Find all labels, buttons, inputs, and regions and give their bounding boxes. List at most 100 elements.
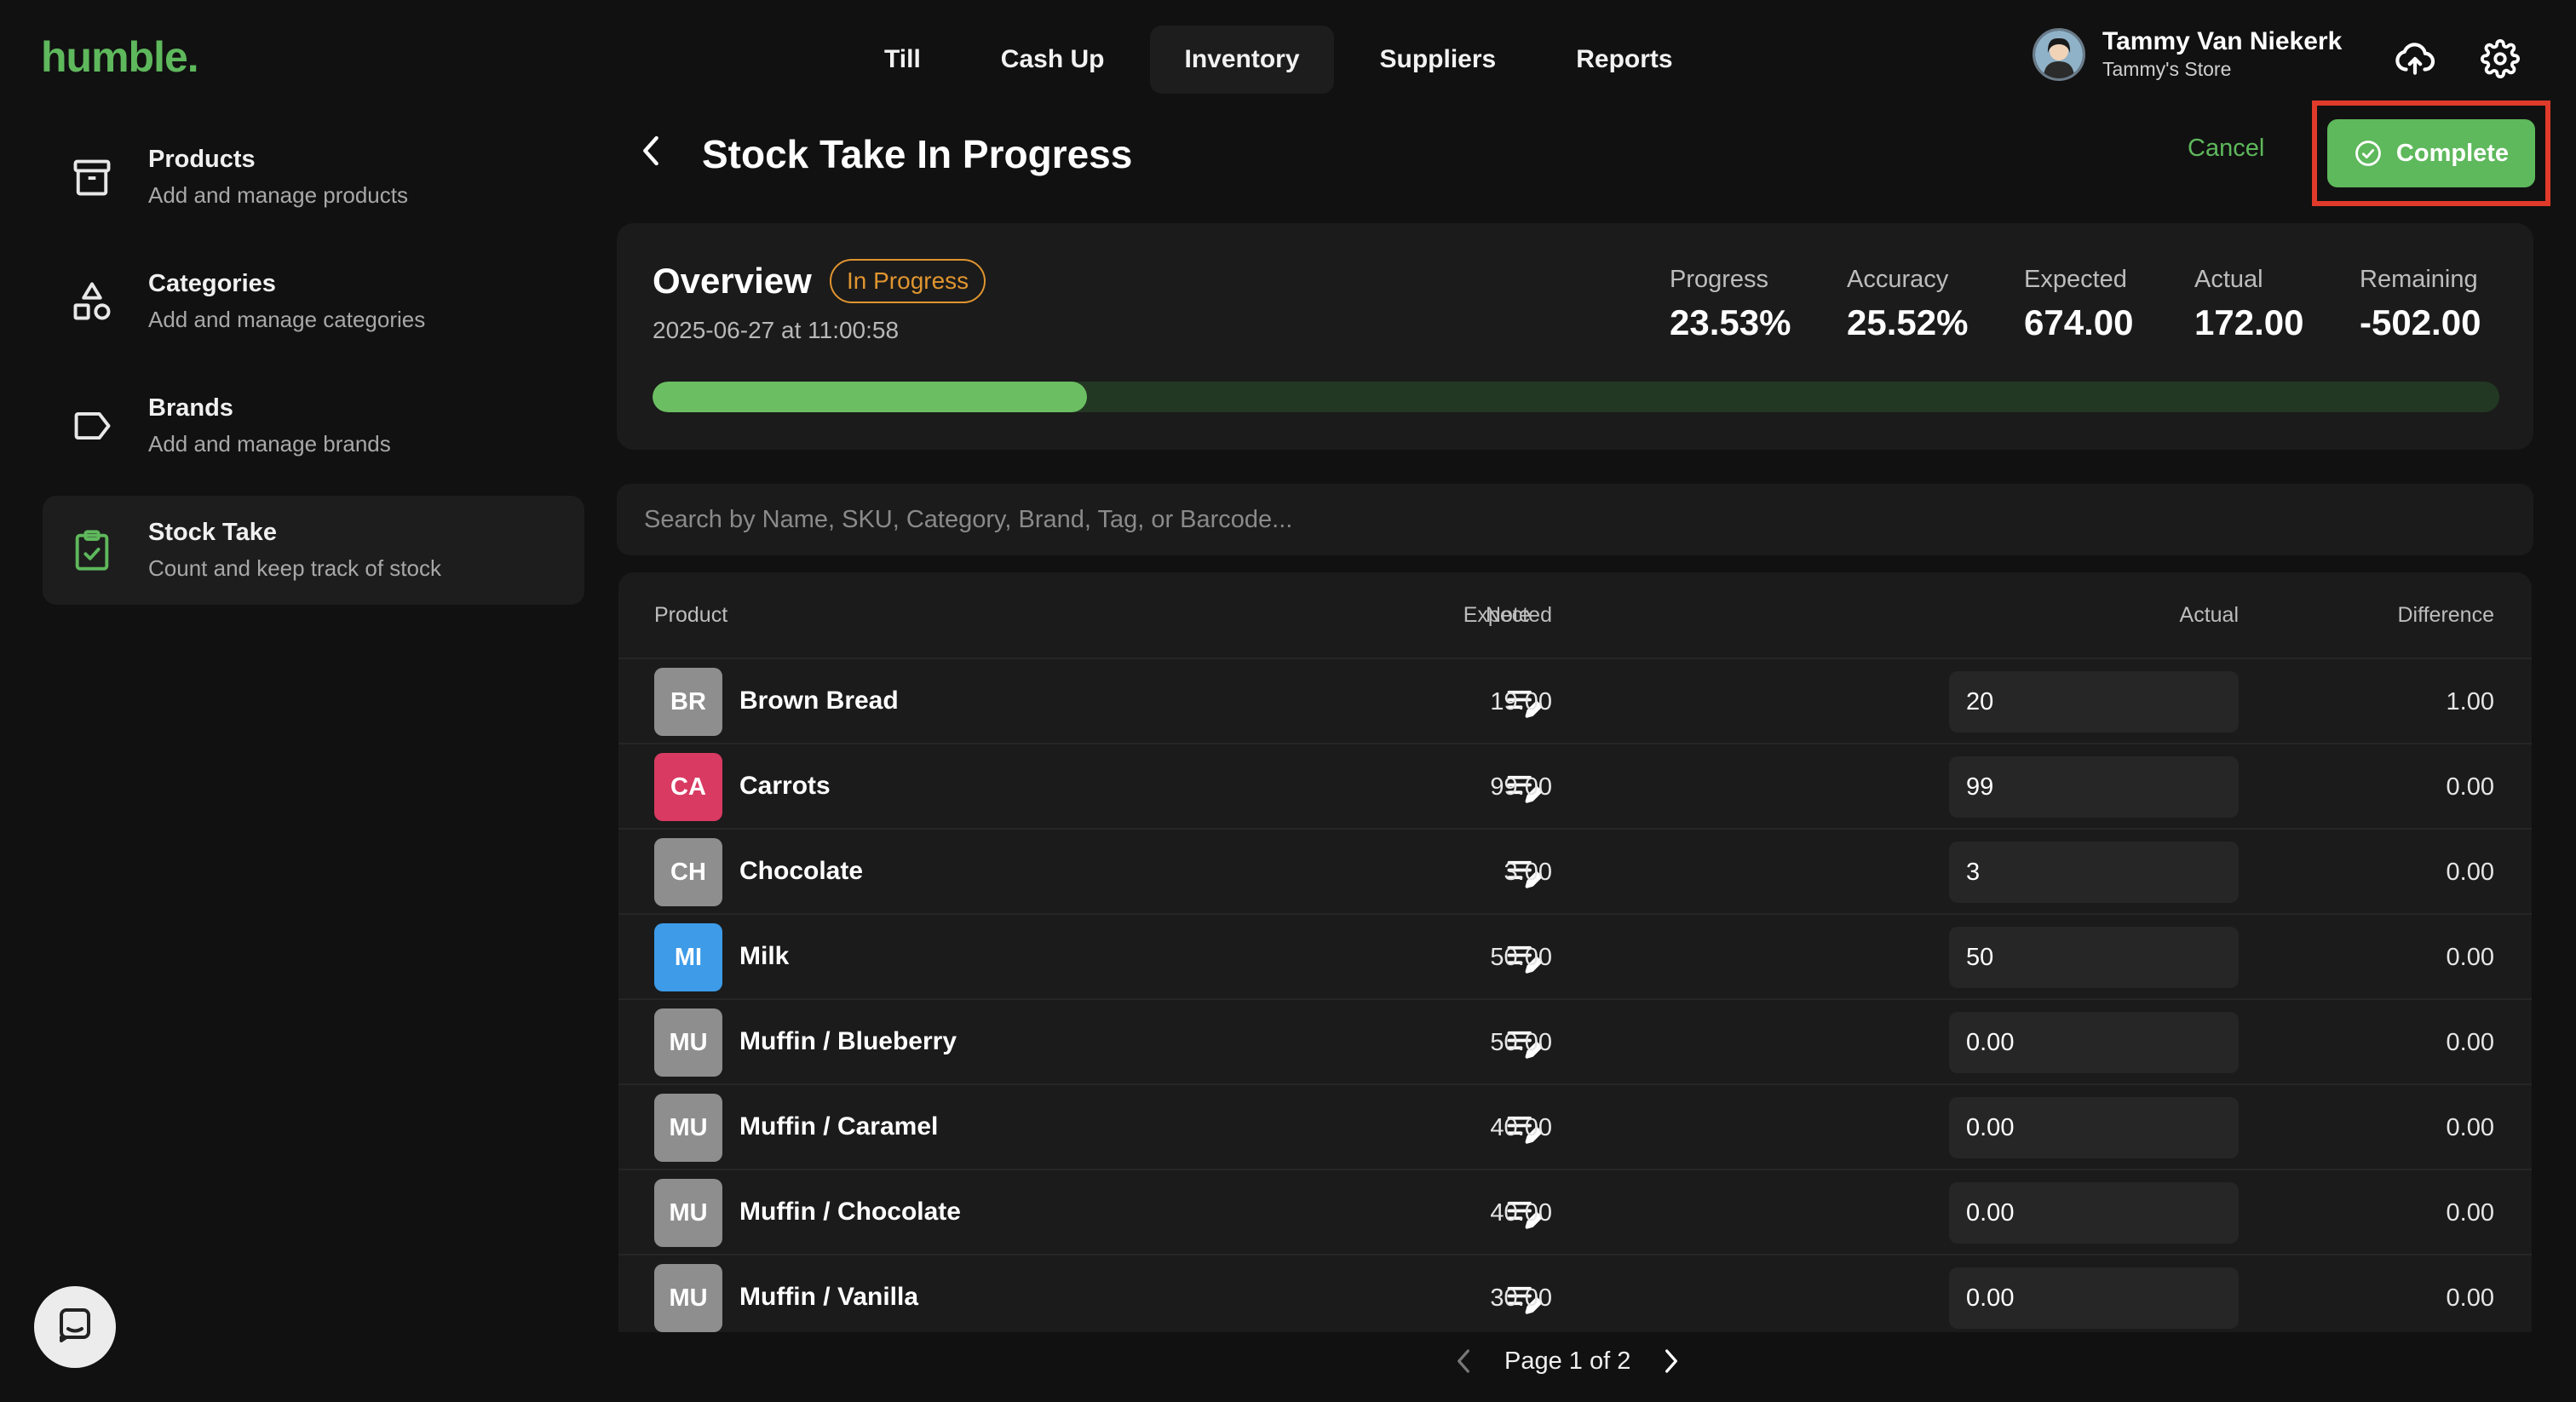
- product-initials-badge: BR: [654, 668, 722, 736]
- sidebar-item-brands[interactable]: Brands Add and manage brands: [43, 371, 584, 480]
- product-name: Muffin / Caramel: [739, 1112, 939, 1141]
- cloud-upload-icon[interactable]: [2394, 37, 2436, 80]
- overview-card: Overview In Progress 2025-06-27 at 11:00…: [617, 223, 2533, 450]
- stat-value: 23.53%: [1670, 302, 1791, 342]
- tab-cash-up[interactable]: Cash Up: [967, 26, 1139, 94]
- actual-count-input[interactable]: [1949, 1182, 2239, 1244]
- next-page-button[interactable]: [1656, 1344, 1687, 1378]
- product-name: Carrots: [739, 772, 831, 800]
- actual-count-input[interactable]: [1949, 671, 2239, 733]
- user-menu[interactable]: Tammy Van Niekerk Tammy's Store: [2033, 27, 2342, 81]
- expected-value: 40.00: [1490, 1114, 1552, 1141]
- chat-button[interactable]: [34, 1286, 116, 1368]
- sidebar-item-text: Stock Take Count and keep track of stock: [148, 519, 441, 582]
- expected-value: 3.00: [1504, 859, 1552, 886]
- table-row: CH Chocolate 3.00 0.00: [618, 830, 2532, 915]
- sidebar-item-title: Products: [148, 146, 256, 173]
- product-initials-badge: MU: [654, 1264, 722, 1332]
- page-title: Stock Take In Progress: [702, 132, 1133, 176]
- actual-count-input[interactable]: [1949, 927, 2239, 988]
- app-root: humble. Till Cash Up Inventory Suppliers…: [0, 0, 2576, 1402]
- product-name: Chocolate: [739, 857, 864, 885]
- chevron-right-icon: [1665, 1349, 1678, 1373]
- sidebar-item-subtitle: Add and manage brands: [148, 431, 391, 457]
- actual-count-input[interactable]: [1949, 842, 2239, 903]
- chevron-left-icon: [1458, 1349, 1469, 1373]
- product-initials-badge: CH: [654, 838, 722, 906]
- table-row: BR Brown Bread 19.00 1.00: [618, 659, 2532, 744]
- sidebar-item-categories[interactable]: Categories Add and manage categories: [43, 247, 584, 356]
- product-name: Muffin / Vanilla: [739, 1283, 919, 1311]
- expected-value: 50.00: [1490, 1029, 1552, 1056]
- actual-count-input[interactable]: [1949, 1267, 2239, 1329]
- archive-box-icon: [68, 153, 116, 201]
- expected-value: 40.00: [1490, 1199, 1552, 1227]
- difference-value: 0.00: [2446, 1284, 2494, 1312]
- prev-page-button[interactable]: [1448, 1344, 1479, 1378]
- user-info: Tammy Van Niekerk Tammy's Store: [2102, 27, 2342, 81]
- pagination: Page 1 of 2: [1448, 1344, 1687, 1378]
- difference-value: 0.00: [2446, 1114, 2494, 1141]
- complete-button[interactable]: Complete: [2327, 119, 2535, 187]
- complete-highlight: Complete: [2312, 101, 2550, 206]
- column-header-product: Product: [654, 603, 728, 627]
- sidebar-item-subtitle: Add and manage categories: [148, 307, 426, 332]
- column-header-difference: Difference: [2397, 603, 2495, 627]
- main-nav: Till Cash Up Inventory Suppliers Reports: [850, 26, 1707, 94]
- table-row: MI Milk 50.00 0.00: [618, 915, 2532, 1000]
- stat-remaining: Remaining -502.00: [2360, 266, 2481, 343]
- product-initials-badge: CA: [654, 753, 722, 821]
- page-indicator: Page 1 of 2: [1504, 1347, 1631, 1375]
- sidebar-item-subtitle: Count and keep track of stock: [148, 555, 441, 581]
- check-circle-icon: [2354, 139, 2383, 168]
- stat-value: -502.00: [2360, 302, 2481, 342]
- tab-till[interactable]: Till: [850, 26, 955, 94]
- tab-inventory[interactable]: Inventory: [1150, 26, 1334, 94]
- product-name: Milk: [739, 942, 790, 970]
- product-name: Muffin / Blueberry: [739, 1027, 957, 1055]
- back-button[interactable]: [634, 131, 668, 174]
- product-name: Brown Bread: [739, 687, 899, 715]
- overview-title: Overview: [653, 261, 812, 301]
- difference-value: 0.00: [2446, 773, 2494, 801]
- gear-icon[interactable]: [2479, 37, 2521, 80]
- stat-expected: Expected 674.00: [2024, 266, 2133, 343]
- cancel-button[interactable]: Cancel: [2188, 135, 2264, 163]
- column-header-expected: Expected: [1463, 603, 1552, 627]
- stat-value: 25.52%: [1847, 302, 1969, 342]
- sidebar-item-products[interactable]: Products Add and manage products: [43, 123, 584, 232]
- product-name: Muffin / Chocolate: [739, 1198, 961, 1226]
- expected-value: 99.00: [1490, 773, 1552, 801]
- actual-count-input[interactable]: [1949, 1012, 2239, 1073]
- stat-label: Accuracy: [1847, 266, 1949, 293]
- tab-reports[interactable]: Reports: [1542, 26, 1706, 94]
- product-initials-badge: MU: [654, 1179, 722, 1247]
- expected-value: 50.00: [1490, 944, 1552, 971]
- actual-count-input[interactable]: [1949, 756, 2239, 818]
- stat-label: Progress: [1670, 266, 1769, 293]
- stat-value: 674.00: [2024, 302, 2134, 342]
- tab-suppliers[interactable]: Suppliers: [1346, 26, 1531, 94]
- sidebar-item-title: Brands: [148, 394, 233, 422]
- avatar: [2033, 27, 2085, 81]
- difference-value: 0.00: [2446, 859, 2494, 886]
- app-logo[interactable]: humble.: [41, 32, 199, 82]
- sidebar-item-subtitle: Add and manage products: [148, 182, 408, 208]
- user-store: Tammy's Store: [2102, 58, 2232, 80]
- table-row: MU Muffin / Blueberry 50.00 0.00: [618, 1000, 2532, 1085]
- difference-value: 0.00: [2446, 1029, 2494, 1056]
- product-initials-badge: MU: [654, 1008, 722, 1077]
- table-header: Product Note Expected Actual Difference: [618, 572, 2532, 659]
- search-input[interactable]: [617, 484, 2533, 555]
- sidebar-item-stock-take[interactable]: Stock Take Count and keep track of stock: [43, 496, 584, 605]
- stat-progress: Progress 23.53%: [1670, 266, 1791, 343]
- sidebar-item-text: Products Add and manage products: [148, 146, 408, 209]
- chevron-left-icon: [640, 134, 662, 172]
- difference-value: 1.00: [2446, 688, 2494, 715]
- actual-count-input[interactable]: [1949, 1097, 2239, 1158]
- clipboard-check-icon: [68, 526, 116, 574]
- complete-label: Complete: [2395, 139, 2510, 167]
- stat-accuracy: Accuracy 25.52%: [1847, 266, 1968, 343]
- table-row: MU Muffin / Vanilla 30.00 0.00: [618, 1255, 2532, 1332]
- status-badge: In Progress: [830, 259, 986, 303]
